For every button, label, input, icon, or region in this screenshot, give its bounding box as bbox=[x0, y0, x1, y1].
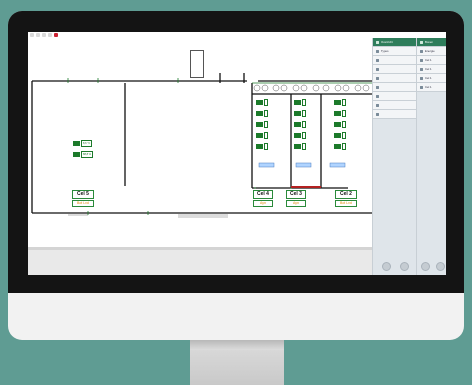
sidebar-item[interactable] bbox=[373, 56, 417, 65]
cell-label-2[interactable]: Cel 2 Bot Lvd bbox=[335, 190, 357, 207]
cell3-sensor[interactable] bbox=[294, 110, 306, 117]
settings-button[interactable] bbox=[400, 262, 409, 271]
sidebar-item[interactable] bbox=[373, 92, 417, 101]
cell-label-5[interactable]: Cel 5 Bot Lvd bbox=[72, 190, 94, 207]
box-icon bbox=[420, 58, 423, 62]
sidebar-item[interactable] bbox=[373, 101, 417, 110]
sidebar-item-overzicht[interactable]: Overzicht bbox=[373, 38, 417, 47]
cell-label-4[interactable]: Cel 4 Ayn bbox=[253, 190, 273, 207]
sidebar-primary: Overzicht Types bbox=[372, 38, 417, 275]
sidebar-item[interactable] bbox=[373, 74, 417, 83]
sidebar-item[interactable] bbox=[373, 110, 417, 119]
sidebar-item-energie[interactable]: Energie bbox=[417, 47, 446, 56]
sidebar-item-cel[interactable]: Cel 1 bbox=[417, 83, 446, 92]
sidebar-item-cel[interactable]: Cel 1 bbox=[417, 56, 446, 65]
grid-icon bbox=[376, 76, 379, 80]
settings-icon[interactable] bbox=[48, 33, 52, 37]
cell2-sensor[interactable] bbox=[334, 143, 346, 150]
grid-icon bbox=[376, 58, 379, 62]
cell3-sensor[interactable] bbox=[294, 121, 306, 128]
sidebar-item-types[interactable]: Types bbox=[373, 47, 417, 56]
cell4-sensor[interactable] bbox=[256, 110, 268, 117]
sensor-value: 88,8 % bbox=[81, 151, 94, 158]
sensor-value: 8,6 °C bbox=[81, 140, 93, 147]
box-icon bbox=[420, 85, 423, 89]
cell3-sensor[interactable] bbox=[294, 132, 306, 139]
alarm-icon bbox=[376, 94, 379, 98]
cell2-sensor[interactable] bbox=[334, 110, 346, 117]
back-button[interactable] bbox=[421, 262, 430, 271]
box-icon bbox=[420, 76, 423, 80]
layers-icon bbox=[420, 40, 423, 44]
status-band bbox=[28, 247, 372, 275]
cell3-sensor[interactable] bbox=[294, 99, 306, 106]
cell4-sensor[interactable] bbox=[256, 143, 268, 150]
forward-button[interactable] bbox=[436, 262, 445, 271]
cell2-sensor[interactable] bbox=[334, 121, 346, 128]
alarm-icon[interactable] bbox=[54, 33, 58, 37]
grid-icon bbox=[376, 67, 379, 71]
sensor-temperature[interactable]: 8,6 °C bbox=[73, 140, 93, 147]
home-icon[interactable] bbox=[42, 33, 46, 37]
cell3-sensor[interactable] bbox=[294, 143, 306, 150]
list-icon bbox=[376, 49, 379, 53]
back-icon[interactable] bbox=[30, 33, 34, 37]
refresh-button[interactable] bbox=[382, 262, 391, 271]
clock-icon bbox=[376, 85, 379, 89]
forward-icon[interactable] bbox=[36, 33, 40, 37]
bolt-icon bbox=[420, 49, 423, 53]
cell2-sensor[interactable] bbox=[334, 132, 346, 139]
gear-icon bbox=[376, 112, 379, 116]
sidebar-item-boven[interactable]: Boven bbox=[417, 38, 446, 47]
sensor-humidity[interactable]: 88,8 % bbox=[73, 151, 94, 158]
sidebar-item-cel[interactable]: Cel 1 bbox=[417, 65, 446, 74]
alarm-icon bbox=[376, 103, 379, 107]
box-icon bbox=[420, 67, 423, 71]
sidebar-item[interactable] bbox=[373, 65, 417, 74]
cell4-sensor[interactable] bbox=[256, 99, 268, 106]
eye-icon bbox=[376, 40, 379, 44]
cell4-sensor[interactable] bbox=[256, 121, 268, 128]
sidebar-secondary: Boven Energie Cel 1 Cel 1 Cel 1 Cel 1 bbox=[416, 38, 446, 275]
floor-plan: 8,6 °C 88,8 % Cel 5 Bot Lvd Cel 4 Ayn Ce… bbox=[28, 38, 372, 247]
cell-label-3[interactable]: Cel 3 Ayn bbox=[286, 190, 306, 207]
cell2-sensor[interactable] bbox=[334, 99, 346, 106]
sidebar-item-cel[interactable]: Cel 1 bbox=[417, 74, 446, 83]
app-screen: 8,6 °C 88,8 % Cel 5 Bot Lvd Cel 4 Ayn Ce… bbox=[28, 32, 446, 275]
floating-info-box[interactable] bbox=[190, 50, 204, 78]
sidebar-item[interactable] bbox=[373, 83, 417, 92]
cell4-sensor[interactable] bbox=[256, 132, 268, 139]
